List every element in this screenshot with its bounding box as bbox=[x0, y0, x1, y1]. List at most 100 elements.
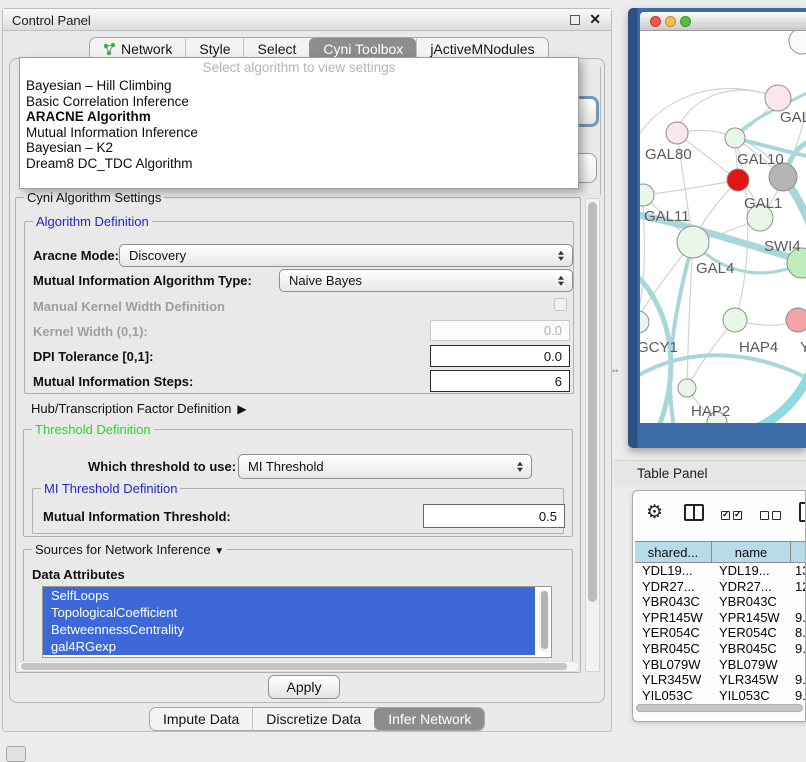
mi-steps-field[interactable]: 6 bbox=[430, 370, 570, 392]
scrollbar-thumb[interactable] bbox=[541, 591, 548, 649]
bottom-tab-impute-data[interactable]: Impute Data bbox=[150, 708, 252, 730]
network-node[interactable] bbox=[640, 311, 649, 333]
scrollbar-thumb[interactable] bbox=[588, 202, 597, 602]
table-cell: YER054C bbox=[712, 625, 791, 641]
scrollbar-thumb[interactable] bbox=[21, 663, 567, 670]
dpi-tolerance-field[interactable]: 0.0 bbox=[430, 345, 570, 367]
aracne-mode-label: Aracne Mode: bbox=[33, 248, 119, 263]
aracne-mode-combobox[interactable]: Discovery bbox=[119, 244, 573, 267]
hub-transcription-factor-section[interactable]: Hub/Transcription Factor Definition▶ bbox=[31, 401, 247, 416]
network-edge bbox=[640, 355, 806, 383]
table-row[interactable]: YPR145WYPR145W9. bbox=[635, 610, 806, 626]
table-cell: YLR345W bbox=[635, 672, 712, 688]
tab-label: Network bbox=[121, 41, 172, 57]
attributes-list-scrollbar[interactable] bbox=[539, 590, 549, 652]
network-node[interactable] bbox=[786, 308, 806, 332]
bottom-tab-discretize-data[interactable]: Discretize Data bbox=[252, 708, 374, 730]
mi-threshold-value: 0.5 bbox=[539, 509, 557, 524]
mi-threshold-field[interactable]: 0.5 bbox=[423, 504, 565, 528]
select-all-icon[interactable] bbox=[721, 511, 742, 520]
table-row[interactable]: YDR27...YDR27...12 bbox=[635, 579, 806, 595]
table-cell: YDL19... bbox=[712, 563, 791, 579]
apply-button[interactable]: Apply bbox=[268, 675, 340, 699]
manual-kernel-width-label: Manual Kernel Width Definition bbox=[33, 299, 225, 314]
table-row[interactable]: YBR045CYBR045C9. bbox=[635, 641, 806, 657]
dropdown-item-basic-correlation-inference[interactable]: Basic Correlation Inference bbox=[20, 94, 578, 110]
network-window-titlebar[interactable] bbox=[640, 12, 806, 31]
dropdown-item-bayesian-k2[interactable]: Bayesian – K2 bbox=[20, 140, 578, 156]
manual-kernel-width-checkbox[interactable] bbox=[554, 298, 567, 311]
table-cell: YBL079W bbox=[712, 657, 791, 673]
network-node[interactable] bbox=[789, 31, 806, 54]
float-window-icon[interactable] bbox=[570, 15, 580, 25]
table-row[interactable]: YIL053CYIL053C9. bbox=[635, 688, 806, 702]
network-node[interactable] bbox=[727, 169, 749, 191]
collapse-arrow-icon[interactable]: ▼ bbox=[214, 546, 224, 557]
table-cell: YDR27... bbox=[712, 579, 791, 595]
panel-float-button[interactable] bbox=[6, 746, 26, 762]
table-cell bbox=[791, 657, 806, 673]
network-view-window[interactable]: GALGAL80GAL10GAL1GAL11SWI4GAL4GCY1HAP4YH… bbox=[628, 8, 806, 448]
table-row[interactable]: YDL19...YDL19...13 bbox=[635, 563, 806, 579]
tab-label: Select bbox=[257, 41, 296, 57]
attribute-item-gal4rgexp[interactable]: gal4RGexp bbox=[43, 638, 535, 655]
attribute-item-betweennesscentrality[interactable]: BetweennessCentrality bbox=[43, 621, 535, 638]
bottom-tab-infer-network[interactable]: Infer Network bbox=[374, 708, 484, 730]
close-traffic-light[interactable] bbox=[650, 16, 661, 27]
table-cell: 9. bbox=[791, 688, 806, 702]
splitter-handle[interactable]: •• bbox=[612, 369, 616, 379]
network-node[interactable] bbox=[723, 308, 747, 332]
dropdown-item-bayesian-hill-climbing[interactable]: Bayesian – Hill Climbing bbox=[20, 78, 578, 94]
minimize-traffic-light[interactable] bbox=[665, 16, 676, 27]
dropdown-item-dream8-dc-tdc-algorithm[interactable]: Dream8 DC_TDC Algorithm bbox=[20, 156, 578, 172]
table-cell: 9. bbox=[791, 672, 806, 688]
settings-horizontal-scrollbar[interactable] bbox=[17, 661, 579, 672]
attribute-item-topologicalcoefficient[interactable]: TopologicalCoefficient bbox=[43, 604, 535, 621]
settings-vertical-scrollbar[interactable] bbox=[585, 198, 600, 672]
close-icon[interactable]: ✕ bbox=[589, 11, 601, 28]
data-attributes-label: Data Attributes bbox=[32, 567, 125, 582]
table-horizontal-scrollbar[interactable] bbox=[635, 703, 805, 714]
algorithm-dropdown-placeholder: Select algorithm to view settings bbox=[20, 58, 578, 78]
mi-algorithm-type-value: Naive Bayes bbox=[289, 273, 362, 288]
network-node[interactable] bbox=[666, 122, 688, 144]
table-cell: YIL053C bbox=[712, 688, 791, 702]
dropdown-item-mutual-information-inference[interactable]: Mutual Information Inference bbox=[20, 125, 578, 141]
table-cell: YBR045C bbox=[712, 641, 791, 657]
sources-group-title: Sources for Network Inference ▼ bbox=[32, 542, 227, 557]
table-row[interactable]: YBL079WYBL079W bbox=[635, 657, 806, 673]
network-node[interactable] bbox=[678, 379, 696, 397]
network-canvas[interactable]: GALGAL80GAL10GAL1GAL11SWI4GAL4GCY1HAP4YH… bbox=[640, 31, 806, 423]
network-node[interactable] bbox=[725, 128, 745, 148]
column-header-2[interactable] bbox=[791, 542, 806, 562]
zoom-traffic-light[interactable] bbox=[680, 16, 691, 27]
kernel-width-field[interactable]: 0.0 bbox=[430, 320, 570, 341]
data-attributes-list[interactable]: SelfLoopsTopologicalCoefficientBetweenne… bbox=[42, 586, 552, 658]
network-node-label: SWI4 bbox=[764, 238, 801, 255]
mi-threshold-group-title: MI Threshold Definition bbox=[41, 481, 180, 496]
dropdown-item-aracne-algorithm[interactable]: ARACNE Algorithm bbox=[20, 109, 578, 125]
network-node[interactable] bbox=[677, 226, 709, 258]
column-header-shared-[interactable]: shared... bbox=[635, 542, 712, 562]
mi-algorithm-type-combobox[interactable]: Naive Bayes bbox=[279, 269, 573, 292]
network-node[interactable] bbox=[765, 85, 791, 111]
network-node-label: GAL1 bbox=[744, 195, 782, 212]
column-header-name[interactable]: name bbox=[712, 542, 791, 562]
table-row[interactable]: YLR345WYLR345W9. bbox=[635, 672, 806, 688]
attribute-item-selfloops[interactable]: SelfLoops bbox=[43, 587, 535, 604]
network-node-label: GAL4 bbox=[696, 260, 734, 277]
scrollbar-thumb[interactable] bbox=[636, 704, 803, 712]
deselect-all-icon[interactable] bbox=[760, 511, 781, 520]
which-threshold-combobox[interactable]: MI Threshold bbox=[238, 454, 532, 479]
document-icon[interactable] bbox=[799, 502, 806, 522]
which-threshold-label: Which threshold to use: bbox=[88, 459, 236, 474]
table-row[interactable]: YBR043CYBR043C bbox=[635, 594, 806, 610]
tab-label: Impute Data bbox=[163, 711, 239, 727]
table-row[interactable]: YER054CYER054C8. bbox=[635, 625, 806, 641]
gear-icon[interactable]: ⚙ bbox=[646, 501, 663, 524]
which-threshold-value: MI Threshold bbox=[248, 459, 324, 474]
expand-arrow-icon[interactable]: ▶ bbox=[237, 402, 246, 416]
split-view-icon[interactable] bbox=[684, 504, 704, 521]
table-cell: YBR043C bbox=[712, 594, 791, 610]
table-cell: YBR043C bbox=[635, 594, 712, 610]
